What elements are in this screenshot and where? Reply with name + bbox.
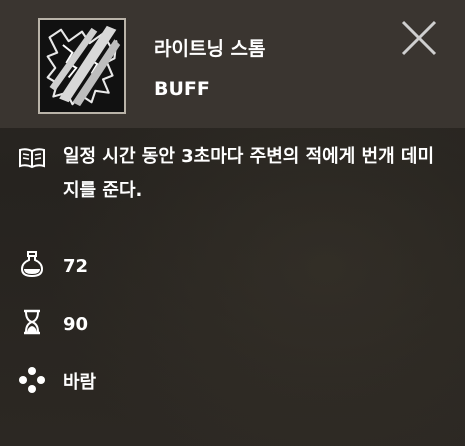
lightning-storm-icon: [38, 18, 126, 114]
cooldown-row: 90: [18, 308, 88, 342]
skill-type: BUFF: [154, 78, 210, 100]
skill-name: 라이트닝 스톰: [154, 38, 266, 60]
element-row: 바람: [18, 366, 96, 400]
cost-value: 72: [63, 256, 89, 277]
close-icon[interactable]: [399, 18, 439, 58]
cost-row: 72: [18, 250, 88, 284]
skill-tooltip-panel: 라이트닝 스톰 BUFF 일정 시간 동안 3초마다 주변의 적에게 번개 데미…: [0, 0, 465, 446]
description-text: 일정 시간 동안 3초마다 주변의 적에게 번개 데미지를 준다.: [63, 146, 435, 201]
book-icon: [18, 144, 46, 172]
element-value: 바람: [63, 372, 97, 393]
hourglass-icon: [18, 308, 46, 336]
skill-description: 일정 시간 동안 3초마다 주변의 적에게 번개 데미지를 준다.: [18, 144, 448, 208]
potion-flask-icon: [18, 250, 46, 278]
wind-dots-icon: [18, 366, 46, 394]
cooldown-value: 90: [63, 314, 89, 335]
